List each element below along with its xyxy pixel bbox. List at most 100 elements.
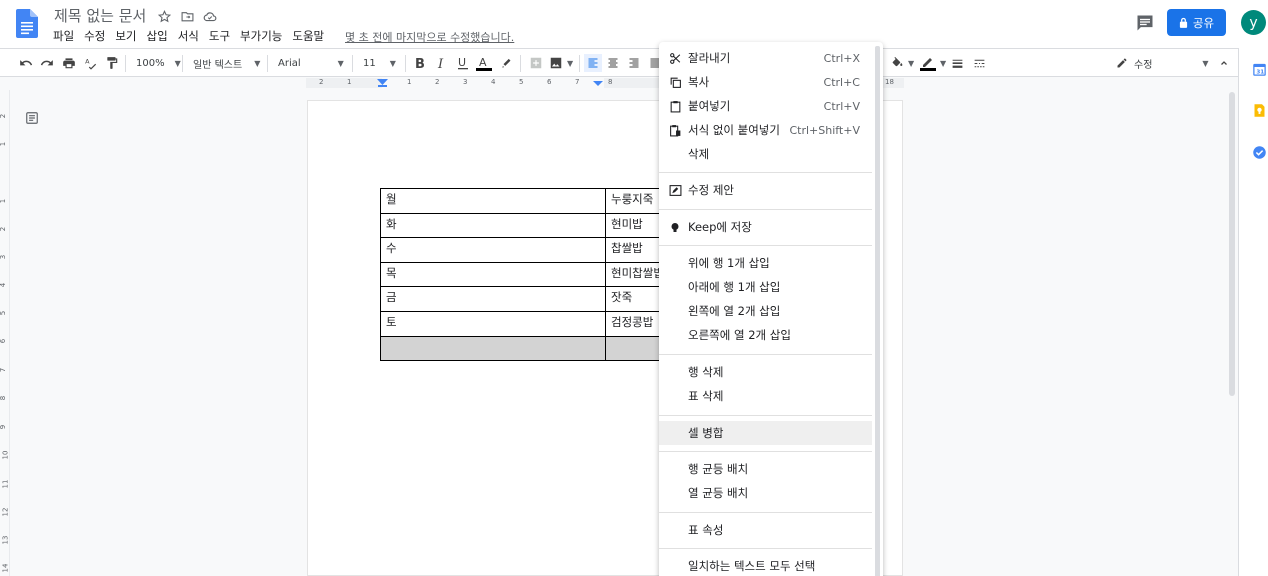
menu-item-paste[interactable]: 붙여넣기 Ctrl+V [659, 94, 872, 118]
chevron-down-icon: ▼ [1202, 58, 1209, 68]
menu-item-insert-col-right[interactable]: 오른쪽에 열 2개 삽입 [659, 323, 872, 347]
font-select[interactable]: Arial ▼ [278, 54, 344, 72]
menu-item-label: 일치하는 텍스트 모두 선택 [688, 559, 816, 573]
font-size-value: 11 [363, 57, 376, 69]
clipboard-plain-icon [668, 123, 682, 137]
menu-item-distribute-cols[interactable]: 열 균등 배치 [659, 481, 872, 505]
menu-item-insert-col-left[interactable]: 왼쪽에 열 2개 삽입 [659, 299, 872, 323]
menu-item-label: 서식 없이 붙여넣기 [688, 123, 780, 137]
menu-help[interactable]: 도움말 [292, 28, 324, 44]
align-left-icon[interactable] [584, 54, 602, 72]
scrollbar-thumb[interactable] [1229, 92, 1235, 396]
cloud-saved-icon[interactable] [202, 8, 218, 24]
table-cell[interactable]: 토 [380, 310, 606, 337]
ruler-label: 1 [407, 78, 412, 86]
menu-item-label: 열 균등 배치 [688, 486, 749, 500]
menu-item-delete[interactable]: 삭제 [659, 142, 872, 166]
svg-text:B: B [415, 57, 425, 70]
menu-item-label: Keep에 저장 [688, 220, 752, 234]
menu-item-shortcut: Ctrl+C [823, 75, 860, 89]
font-size-select[interactable]: 11 ▼ [363, 54, 396, 72]
menu-item-shortcut: Ctrl+V [823, 99, 860, 113]
redo-icon[interactable] [40, 54, 54, 72]
tasks-icon[interactable] [1252, 145, 1267, 160]
comment-history-icon[interactable] [1135, 13, 1155, 33]
calendar-icon[interactable]: 31 [1252, 62, 1267, 77]
style-select[interactable]: 일반 텍스트 ▼ [193, 54, 260, 72]
italic-icon[interactable]: I [436, 54, 448, 72]
menu-addons[interactable]: 부가기능 [240, 28, 282, 44]
menu-item-save-keep[interactable]: Keep에 저장 [659, 215, 872, 239]
menu-view[interactable]: 보기 [115, 28, 136, 44]
menu-divider [659, 451, 872, 452]
ruler-label: 2 [435, 78, 440, 86]
ruler-label: 8 [0, 395, 8, 401]
table-cell[interactable]: 수 [380, 237, 606, 263]
svg-text:A: A [479, 56, 487, 69]
ruler-label: 3 [0, 254, 8, 260]
suggest-edit-icon [668, 183, 682, 197]
collapse-toolbar-icon[interactable] [1218, 54, 1230, 72]
menu-item-label: 표 삭제 [688, 389, 724, 403]
table-cell[interactable]: 금 [380, 286, 606, 312]
align-center-icon[interactable] [607, 54, 619, 72]
menu-item-table-properties[interactable]: 표 속성 [659, 518, 872, 542]
insert-link-icon[interactable] [529, 54, 543, 72]
menu-insert[interactable]: 삽입 [147, 28, 168, 44]
cell-background-icon[interactable]: ▼ [891, 54, 914, 72]
paint-format-icon[interactable] [105, 54, 119, 72]
table-cell[interactable]: 목 [380, 261, 606, 288]
menu-divider [659, 415, 872, 416]
menu-item-delete-row[interactable]: 행 삭제 [659, 360, 872, 384]
star-icon[interactable] [156, 8, 172, 24]
menu-item-copy[interactable]: 복사 Ctrl+C [659, 70, 872, 94]
document-outline-icon[interactable] [25, 111, 39, 125]
zoom-select[interactable]: 100% ▼ [136, 54, 181, 72]
docs-app: 제목 없는 문서 파일 수정 보기 삽입 서식 도구 부가기능 도움말 몇 초 … [0, 0, 1268, 576]
share-button[interactable]: 공유 [1167, 9, 1226, 36]
menu-item-select-matching[interactable]: 일치하는 텍스트 모두 선택 [659, 554, 872, 576]
menu-tools[interactable]: 도구 [209, 28, 230, 44]
editing-mode-select[interactable]: 수정 ▼ [1116, 54, 1209, 72]
insert-image-icon[interactable]: ▼ [549, 54, 573, 72]
undo-icon[interactable] [19, 54, 33, 72]
bold-icon[interactable]: B [414, 54, 426, 72]
document-title[interactable]: 제목 없는 문서 [54, 5, 146, 26]
menu-item-insert-row-above[interactable]: 위에 행 1개 삽입 [659, 251, 872, 275]
menu-item-distribute-rows[interactable]: 행 균등 배치 [659, 457, 872, 481]
menu-item-suggest-edit[interactable]: 수정 제안 [659, 178, 872, 202]
svg-text:I: I [437, 57, 444, 70]
spellcheck-icon[interactable]: A [84, 54, 98, 72]
highlight-color-icon[interactable] [500, 54, 514, 72]
docs-logo-icon[interactable] [16, 9, 38, 38]
menu-item-insert-row-below[interactable]: 아래에 행 1개 삽입 [659, 275, 872, 299]
keep-icon[interactable] [1252, 103, 1267, 118]
move-folder-icon[interactable] [179, 8, 195, 24]
menu-item-cut[interactable]: 잘라내기 Ctrl+X [659, 46, 872, 70]
menu-item-delete-table[interactable]: 표 삭제 [659, 384, 872, 408]
table-cell[interactable]: 월 [380, 188, 606, 214]
menu-item-merge-cells[interactable]: 셀 병합 [659, 421, 872, 445]
text-color-icon[interactable]: A [476, 54, 492, 72]
underline-icon[interactable]: U [457, 54, 469, 72]
menu-format[interactable]: 서식 [178, 28, 199, 44]
avatar[interactable]: y [1241, 10, 1266, 35]
context-menu-scrollbar[interactable] [875, 46, 880, 576]
menu-edit[interactable]: 수정 [84, 28, 105, 44]
table-cell[interactable]: 화 [380, 212, 606, 239]
table-cell[interactable] [380, 335, 606, 362]
menu-item-paste-plain[interactable]: 서식 없이 붙여넣기 Ctrl+Shift+V [659, 118, 872, 142]
menu-item-label: 왼쪽에 열 2개 삽입 [688, 304, 781, 318]
print-icon[interactable] [62, 54, 76, 72]
border-color-icon[interactable]: ▼ [920, 54, 946, 72]
lock-icon [1179, 17, 1188, 28]
ruler-label: 2 [319, 78, 324, 86]
last-edit-link[interactable]: 몇 초 전에 마지막으로 수정했습니다. [345, 29, 514, 45]
align-right-icon[interactable] [628, 54, 640, 72]
style-value: 일반 텍스트 [193, 59, 243, 71]
border-dash-icon[interactable] [973, 54, 986, 72]
context-menu: 잘라내기 Ctrl+X 복사 Ctrl+C 붙여넣기 Ctrl+V 서식 없이 … [659, 42, 883, 576]
border-width-icon[interactable] [951, 54, 964, 72]
menu-file[interactable]: 파일 [53, 28, 74, 44]
vertical-ruler[interactable]: 2 1 1 2 3 4 5 6 7 8 9 10 11 12 13 14 [0, 90, 10, 576]
